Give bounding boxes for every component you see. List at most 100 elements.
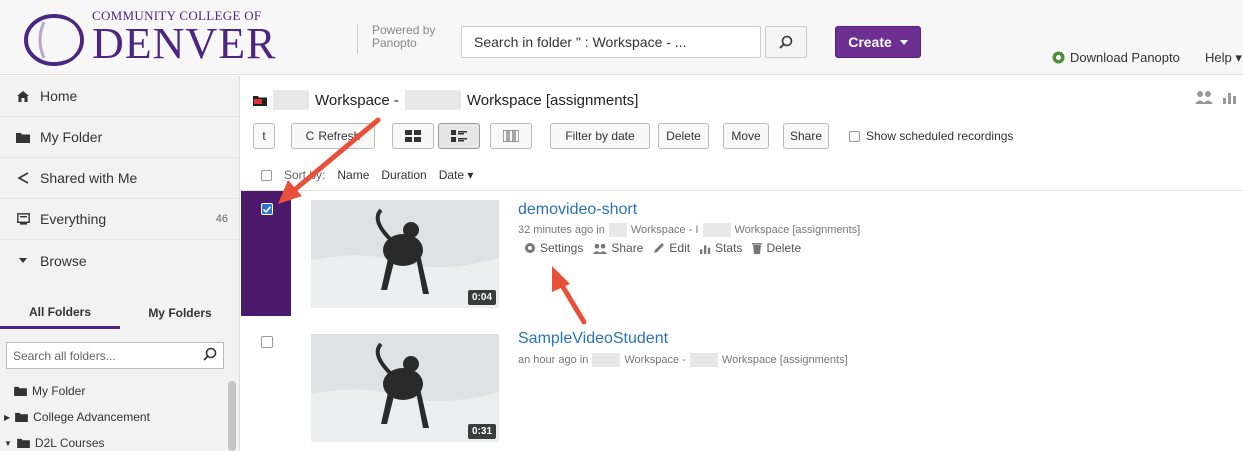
help-label: Help [1205, 50, 1232, 65]
sidebar-item-browse[interactable]: Browse [0, 240, 240, 281]
video-actions: Settings Share Edit Stats Delete [524, 241, 801, 255]
tree-item-label: D2L Courses [34, 436, 105, 450]
stats-action[interactable]: Stats [700, 241, 742, 255]
share-users-icon[interactable] [1195, 90, 1213, 104]
home-icon [14, 90, 32, 102]
tab-all-folders[interactable]: All Folders [0, 297, 120, 329]
view-thumbnails-button[interactable] [392, 123, 434, 149]
video-row[interactable]: 0:31 SampleVideoStudent an hour ago in W… [241, 324, 1243, 449]
logo-main-text: DENVER [92, 19, 277, 68]
move-button[interactable]: Move [723, 123, 769, 149]
search-icon[interactable] [203, 347, 217, 361]
tree-item-college-advancement[interactable]: ▶ College Advancement [4, 410, 150, 424]
refresh-icon: C [305, 129, 315, 143]
filter-by-date-button[interactable]: Filter by date [550, 123, 650, 149]
view-list-button[interactable] [490, 123, 532, 149]
search-all-folders-input[interactable]: Search all folders... [6, 342, 224, 369]
edit-action[interactable]: Edit [653, 241, 690, 255]
search-button[interactable] [765, 26, 807, 58]
video-title[interactable]: demovideo-short [518, 201, 637, 219]
redacted-text [702, 223, 731, 237]
sort-date[interactable]: Date ▾ [439, 168, 474, 182]
sidebar-item-everything[interactable]: Everything 46 [0, 199, 240, 240]
refresh-label: Refresh [318, 129, 361, 143]
title-part2: Workspace [assignments] [466, 91, 639, 109]
refresh-button[interactable]: C Refresh [291, 123, 375, 149]
meta-time: an hour ago in [518, 354, 589, 366]
checkmark-icon [263, 205, 271, 213]
settings-action[interactable]: Settings [524, 241, 583, 255]
everything-count: 46 [215, 213, 228, 225]
delete-action[interactable]: Delete [752, 241, 801, 255]
tree-item-label: College Advancement [33, 410, 150, 424]
share-action[interactable]: Share [593, 241, 643, 255]
video-thumbnail[interactable]: 0:31 [311, 334, 499, 442]
share-users-icon [593, 243, 608, 254]
caret-down-icon [14, 258, 32, 263]
video-thumbnail[interactable]: 0:04 [311, 200, 499, 308]
tab-my-folders[interactable]: My Folders [120, 297, 240, 329]
stats-icon [700, 244, 711, 254]
tree-item-label: My Folder [32, 384, 86, 398]
video-row[interactable]: 0:04 demovideo-short 32 minutes ago in W… [241, 191, 1243, 316]
powered-by-name: Panopto [372, 36, 417, 50]
show-scheduled-toggle[interactable]: Show scheduled recordings [849, 129, 1013, 143]
redacted-text [608, 223, 627, 237]
sidebar-item-home[interactable]: Home [0, 76, 240, 117]
tree-item-d2l-courses[interactable]: ▼ D2L Courses [4, 436, 105, 450]
meta-workspace[interactable]: Workspace - [624, 354, 686, 366]
video-duration: 0:04 [467, 290, 496, 305]
sidebar-item-label: My Folder [40, 129, 103, 145]
row-checkbox[interactable] [261, 336, 273, 348]
up-button[interactable]: t [253, 123, 275, 149]
college-logo[interactable]: COMMUNITY COLLEGE OF DENVER [22, 8, 282, 70]
header-divider [357, 24, 358, 54]
meta-workspace[interactable]: Workspace - I [631, 224, 699, 236]
create-button[interactable]: Create [835, 26, 921, 58]
help-menu[interactable]: Help ▾ [1205, 50, 1242, 66]
delete-button[interactable]: Delete [658, 123, 709, 149]
everything-icon [14, 213, 32, 225]
powered-by: Powered by Panopto [372, 24, 435, 50]
row-checkbox[interactable] [261, 203, 273, 215]
app-header: COMMUNITY COLLEGE OF DENVER Powered by P… [0, 0, 1243, 75]
sort-name[interactable]: Name [337, 168, 369, 182]
stats-icon[interactable] [1223, 90, 1237, 104]
folder-icon [15, 412, 29, 422]
meta-assignments[interactable]: Workspace [assignments] [722, 354, 848, 366]
action-label: Stats [715, 241, 743, 255]
meta-assignments[interactable]: Workspace [assignments] [735, 224, 861, 236]
download-panopto-link[interactable]: Download Panopto [1052, 50, 1180, 65]
pencil-icon [654, 243, 665, 253]
video-meta: 32 minutes ago in Workspace - I Workspac… [518, 223, 860, 237]
sort-duration[interactable]: Duration [381, 168, 426, 182]
sidebar-item-shared[interactable]: Shared with Me [0, 158, 240, 199]
select-all-checkbox[interactable] [261, 169, 272, 181]
tree-item-my-folder[interactable]: My Folder [14, 384, 85, 398]
video-duration: 0:31 [467, 424, 496, 439]
folder-search-input[interactable]: Search in folder " : Workspace - ... [461, 26, 761, 58]
create-label: Create [848, 34, 892, 50]
folder-tabs: All Folders My Folders [0, 297, 240, 329]
folder-icon [253, 95, 267, 106]
sidebar-scrollbar[interactable] [228, 381, 236, 451]
action-label: Edit [669, 241, 691, 255]
meta-time: 32 minutes ago in [518, 224, 605, 236]
up-label: t [262, 129, 266, 143]
share-button[interactable]: Share [783, 123, 829, 149]
show-scheduled-checkbox[interactable] [849, 130, 860, 142]
redacted-text [592, 353, 621, 367]
redacted-text [689, 353, 718, 367]
download-label: Download Panopto [1070, 50, 1180, 65]
folder-icon [17, 438, 30, 448]
video-title[interactable]: SampleVideoStudent [518, 330, 668, 348]
caret-right-icon: ▶ [4, 412, 11, 422]
gear-icon [525, 243, 535, 253]
sidebar-item-label: Everything [40, 211, 107, 227]
sidebar: Home My Folder Shared with Me Everything… [0, 76, 240, 451]
view-details-button[interactable] [438, 123, 480, 149]
logo-swoosh-icon [24, 14, 84, 66]
list-view-icon [503, 130, 519, 142]
sidebar-item-my-folder[interactable]: My Folder [0, 117, 240, 158]
redacted-text [404, 90, 461, 110]
